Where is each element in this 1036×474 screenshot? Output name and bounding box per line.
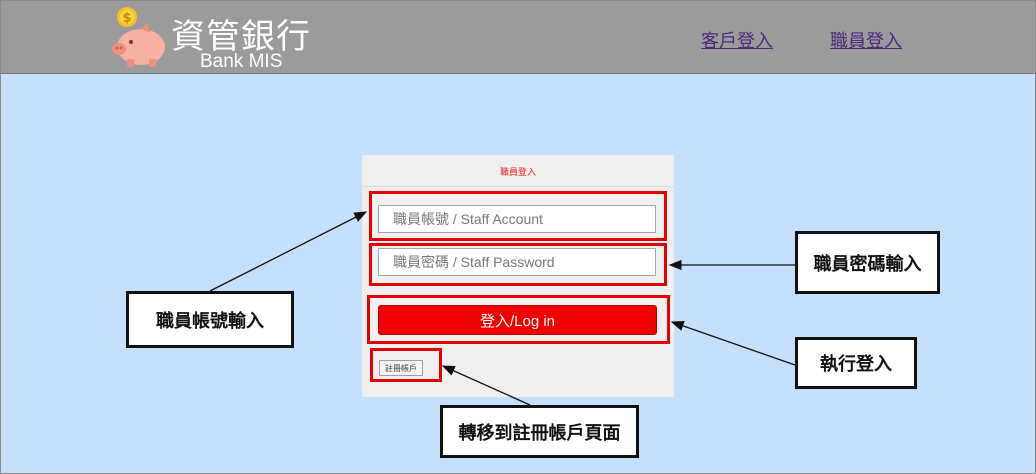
panel-title: 職員登入	[499, 168, 536, 178]
piggy-bank-logo-icon: $	[112, 7, 165, 67]
brand-subtitle: Bank MIS	[200, 51, 283, 72]
svg-text:$: $	[122, 11, 131, 26]
callout-password-input: 職員密碼輸入	[795, 231, 940, 294]
nav-staff-login-link[interactable]: 職員登入	[830, 27, 902, 53]
nav-customer-login-link[interactable]: 客戶登入	[701, 27, 773, 53]
callout-account-input: 職員帳號輸入	[126, 291, 294, 348]
callout-login-action: 執行登入	[795, 337, 917, 389]
site-header: $ 資管銀行 Bank MIS 客戶登入 職員登入	[1, 1, 1035, 74]
password-highlight-box	[369, 243, 667, 286]
callout-register-redirect: 轉移到註冊帳戶頁面	[440, 405, 639, 458]
login-highlight-box	[367, 295, 670, 344]
account-highlight-box	[369, 191, 667, 241]
register-highlight-box	[370, 348, 442, 382]
panel-divider	[362, 186, 674, 187]
